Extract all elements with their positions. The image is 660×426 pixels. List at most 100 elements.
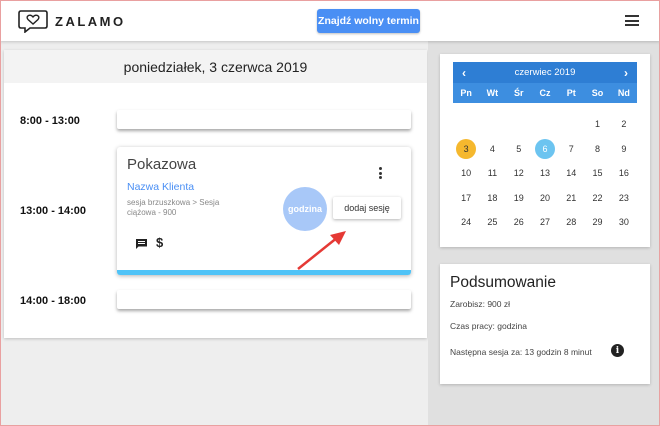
- logo-heart-bubble-icon[interactable]: [18, 9, 48, 33]
- calendar-blank-cell: [506, 112, 532, 137]
- weekday-label: Wt: [486, 88, 499, 98]
- calendar-day[interactable]: 26: [506, 210, 532, 235]
- calendar-day-number: 14: [566, 168, 577, 179]
- calendar-day-number: 7: [568, 143, 574, 154]
- calendar-day-number: 5: [516, 143, 522, 154]
- calendar-day[interactable]: 21: [558, 186, 584, 211]
- calendar-blank-cell: [532, 112, 558, 137]
- month-calendar: ‹ czerwiec 2019 › Pn Wt Śr Cz Pt So Nd 1…: [440, 54, 650, 247]
- calendar-day-number: 13: [539, 168, 550, 179]
- calendar-day[interactable]: 13: [532, 161, 558, 186]
- chat-icon[interactable]: [135, 238, 148, 250]
- chevron-left-icon[interactable]: ‹: [455, 62, 473, 83]
- calendar-day[interactable]: 16: [611, 161, 637, 186]
- dollar-icon[interactable]: $: [156, 235, 163, 250]
- calendar-day-today[interactable]: 6: [532, 137, 558, 162]
- calendar-month-label: czerwiec 2019: [514, 67, 576, 78]
- calendar-day-number: 23: [618, 192, 629, 203]
- top-app-bar: ZALAMO Znajdź wolny termin: [0, 0, 660, 41]
- calendar-day[interactable]: 25: [479, 210, 505, 235]
- weekday-label: Śr: [513, 88, 524, 98]
- calendar-day-number: 21: [566, 192, 577, 203]
- calendar-blank-cell: [453, 112, 479, 137]
- brand-name[interactable]: ZALAMO: [55, 14, 126, 29]
- calendar-day-selected[interactable]: 3: [453, 137, 479, 162]
- calendar-day[interactable]: 20: [532, 186, 558, 211]
- calendar-day-number: 1: [595, 119, 601, 130]
- calendar-day[interactable]: 12: [506, 161, 532, 186]
- session-description: sesja brzuszkowa > Sesja ciążowa - 900: [127, 198, 220, 217]
- calendar-day[interactable]: 7: [558, 137, 584, 162]
- calendar-day-number: 17: [461, 192, 472, 203]
- calendar-day-number: 12: [513, 168, 524, 179]
- summary-title: Podsumowanie: [450, 274, 556, 291]
- calendar-day-number: 16: [618, 168, 629, 179]
- session-title: Pokazowa: [127, 156, 197, 173]
- weekday-label: Pt: [566, 88, 576, 98]
- calendar-header: ‹ czerwiec 2019 ›: [453, 62, 637, 83]
- calendar-day[interactable]: 4: [479, 137, 505, 162]
- calendar-day-number: 30: [618, 217, 629, 228]
- schedule-date-title: poniedziałek, 3 czerwca 2019: [4, 50, 427, 83]
- calendar-day[interactable]: 8: [584, 137, 610, 162]
- empty-slot-bar[interactable]: [117, 290, 411, 309]
- menu-icon[interactable]: [625, 15, 639, 26]
- calendar-day[interactable]: 10: [453, 161, 479, 186]
- weekday-label: So: [591, 88, 604, 98]
- calendar-day[interactable]: 5: [506, 137, 532, 162]
- calendar-day[interactable]: 23: [611, 186, 637, 211]
- add-session-button[interactable]: dodaj sesję: [333, 197, 401, 219]
- calendar-day[interactable]: 24: [453, 210, 479, 235]
- calendar-day-number: 25: [487, 217, 498, 228]
- calendar-day[interactable]: 18: [479, 186, 505, 211]
- calendar-day-number: 20: [539, 192, 550, 203]
- calendar-day[interactable]: 22: [584, 186, 610, 211]
- annotation-arrow-icon: [297, 231, 346, 270]
- chevron-right-icon[interactable]: ›: [617, 62, 635, 83]
- calendar-day-number: 8: [595, 143, 601, 154]
- calendar-day-number: 22: [592, 192, 603, 203]
- session-card[interactable]: Pokazowa Nazwa Klienta sesja brzuszkowa …: [117, 147, 411, 275]
- day-schedule-panel: poniedziałek, 3 czerwca 2019 8:00 - 13:0…: [4, 50, 427, 338]
- find-free-slot-button[interactable]: Znajdź wolny termin: [317, 9, 420, 33]
- calendar-day[interactable]: 9: [611, 137, 637, 162]
- calendar-day[interactable]: 15: [584, 161, 610, 186]
- session-color-stripe: [117, 270, 411, 275]
- time-slot-label: 8:00 - 13:00: [20, 115, 80, 127]
- calendar-day-number: 3: [456, 138, 477, 159]
- calendar-day[interactable]: 11: [479, 161, 505, 186]
- calendar-day-number: 27: [539, 217, 550, 228]
- calendar-day-number: 9: [621, 143, 627, 154]
- calendar-day-grid: 1 2 3 4 5 6 7 8 9 10 11 12 13 14 15 16 17 18 19 20 21 22 23 24 2…: [453, 112, 637, 235]
- calendar-day-number: 4: [489, 143, 495, 154]
- client-name-link[interactable]: Nazwa Klienta: [127, 181, 194, 193]
- calendar-day[interactable]: 28: [558, 210, 584, 235]
- summary-earnings: Zarobisz: 900 zł: [450, 299, 510, 309]
- weekday-label: Cz: [539, 88, 551, 98]
- info-icon[interactable]: i: [611, 344, 624, 357]
- calendar-day-number: 10: [461, 168, 472, 179]
- calendar-blank-cell: [558, 112, 584, 137]
- summary-next-session: Następna sesja za: 13 godzin 8 minut: [450, 347, 592, 357]
- calendar-day-number: 24: [461, 217, 472, 228]
- summary-card: Podsumowanie Zarobisz: 900 zł Czas pracy…: [440, 264, 650, 384]
- calendar-day-number: 15: [592, 168, 603, 179]
- calendar-weekday-row: Pn Wt Śr Cz Pt So Nd: [453, 83, 637, 103]
- calendar-day[interactable]: 17: [453, 186, 479, 211]
- calendar-day-number: 18: [487, 192, 498, 203]
- calendar-day[interactable]: 2: [611, 112, 637, 137]
- time-slot-label: 13:00 - 14:00: [20, 205, 87, 217]
- calendar-blank-cell: [479, 112, 505, 137]
- weekday-label: Nd: [617, 88, 630, 98]
- calendar-day[interactable]: 30: [611, 210, 637, 235]
- calendar-day[interactable]: 1: [584, 112, 610, 137]
- calendar-day[interactable]: 19: [506, 186, 532, 211]
- empty-slot-bar[interactable]: [117, 110, 411, 129]
- calendar-day[interactable]: 14: [558, 161, 584, 186]
- calendar-day-number: 2: [621, 119, 627, 130]
- time-slot-label: 14:00 - 18:00: [20, 295, 87, 307]
- more-vert-icon[interactable]: [379, 167, 383, 181]
- calendar-day[interactable]: 27: [532, 210, 558, 235]
- calendar-day[interactable]: 29: [584, 210, 610, 235]
- weekday-label: Pn: [460, 88, 472, 98]
